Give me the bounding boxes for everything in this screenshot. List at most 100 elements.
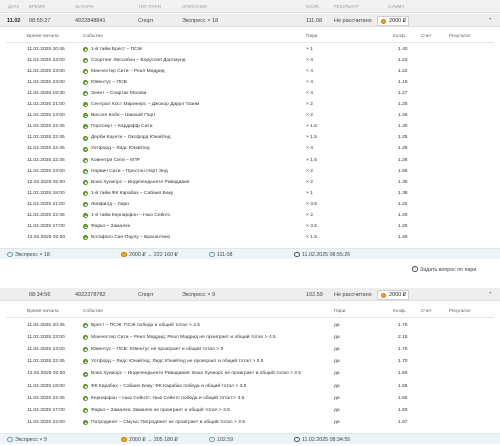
col-coef: КОЭФ. [306,4,321,9]
row-event: Зенит – Спартак Москва [91,90,147,96]
bet-type: Спорт [138,291,154,298]
row-bet: да [334,359,340,365]
row-event: Спортинг Лиссабон – Боруссия Дортмунд [91,57,186,63]
soccer-ball-icon [83,68,88,74]
soccer-ball-icon [83,213,88,219]
row-start-time: 11.02.2025 23:00 [27,346,65,352]
th-score: Счет [421,309,432,314]
row-coef: 1.28 [398,146,408,152]
row-coef: 1.30 [398,124,408,130]
col-result: РЕЗУЛЬТАТ [334,4,359,9]
soccer-ball-icon [83,168,88,174]
row-start-time: 11.02.2025 23:00 [27,79,65,85]
row-bet: × 3.5 [306,224,318,230]
bet-time: 08:34:56 [29,291,51,298]
row-start-time: 11.02.2025 18:00 [27,190,65,196]
col-sum: СУММА [388,4,405,9]
divider [6,317,494,318]
row-event: Патродинет – Смуха: Патродинет не проигр… [91,420,245,426]
soccer-ball-icon [83,57,88,63]
row-event: Бока Хуниорс – Индепендьенте Ривадавия: … [91,371,301,377]
row-coef: 1.28 [398,157,408,163]
row-start-time: 11.02.2025 17:00 [27,224,65,230]
row-bet: × 4 [306,90,313,96]
row-coef: 1.27 [398,90,408,96]
table-row: 11.02.2025 20:45 1-й тайм Брест – ПСЖ × 1 1… [0,45,500,56]
table-row: 11.02.2025 22:00 Патродинет – Смуха: Патр… [0,419,500,431]
row-bet: да [334,371,340,377]
bet-summary-row[interactable]: 08:34:56 4922378782 Спорт Экспресс × 9 1… [0,288,500,301]
row-event: Манчестер Сити – Реал Мадрид: Реал Мадри… [91,334,276,340]
row-bet: да [334,334,340,340]
soccer-ball-icon [83,322,88,328]
soccer-ball-icon [83,113,88,119]
row-bet: × 1.5 [306,157,318,163]
soccer-ball-icon [83,179,88,185]
soccer-ball-icon [83,80,88,86]
row-bet: × 2 [306,213,313,218]
th-result: Результат [449,309,471,314]
soccer-ball-icon [83,408,88,414]
footer-datetime: 11.02.2025 08:34:55 [302,437,351,443]
row-coef: 1.35 [398,179,408,185]
row-event: Ювентус – ПСВ: Ювентус не проиграет и об… [91,346,224,352]
table-row: 11.02.2025 23:00 Манчестер Сити – Реал Ма… [0,67,500,78]
row-bet: × 4 [306,57,313,63]
row-coef: 1.20 [398,224,408,230]
th-coef: Коэф. [393,309,407,314]
footer-amounts: 2000 ₽ → 222 160 ₽ [129,252,178,258]
table-row: 11.02.2025 23:00 Ювентус – ПСВ: Ювентус н… [0,345,500,357]
row-start-time: 11.02.2025 22:45 [27,135,65,141]
col-bet-no: № ПАРИ [75,4,94,9]
row-bet: да [334,395,340,401]
soccer-ball-icon [83,202,88,208]
bet-footer: Экспресс × 18 2000 ₽ → 222 160 ₽ 111.08 … [0,248,500,259]
row-coef: 2.15 [398,334,408,340]
column-header: ДАТА ВРЕМЯ № ПАРИ ТИП ПАРИ ОПИСАНИЕ КОЭФ… [0,0,500,13]
row-start-time: 11.02.2025 23:00 [27,168,65,174]
divider [6,42,494,43]
bet-time: 08:55:27 [29,17,51,24]
row-coef: 1.23 [398,57,408,63]
row-start-time: 11.02.2025 22:45 [27,395,65,401]
row-coef: 1.22 [398,68,408,74]
row-bet: да [334,420,340,426]
col-date: ДАТА [8,4,20,9]
table-row: 11.02.2025 23:00 Ювентус – ПСВ × 4 1.19 [0,78,500,89]
table-row: 11.02.2025 19:30 Зенит – Спартак Москва × … [0,89,500,100]
coef-icon [209,251,215,257]
chevron-up-icon[interactable]: ⌃ [488,18,493,24]
soccer-ball-icon [83,334,88,340]
row-event: Фарко – Замалек [91,224,130,230]
row-start-time: 11.02.2025 22:45 [27,157,65,163]
coef-icon [209,436,215,442]
chevron-up-icon[interactable]: ⌃ [488,292,493,298]
row-event: Бока Хуниорс – Индепендьенте Ривадавия [91,179,190,185]
bet-coef: 102.59 [306,291,323,298]
table-row: 11.02.2025 22:45 Уотфорд – Лидс Юнайтед: … [0,358,500,370]
coin-icon [381,292,386,298]
row-start-time: 11.02.2025 21:00 [27,201,65,207]
bet-summary-row[interactable]: 11.02 08:55:27 4922848841 Спорт Экспресс… [0,14,500,27]
detail-table-header: Время начала Событие Пари Коэф. Счет Рез… [0,309,500,317]
row-event: Ювентус – ПСВ [91,79,127,85]
bet-amount: 2000 ₽ [389,18,407,25]
row-event: Брест – ПСЖ: ПСЖ победа и общий тотал > … [91,322,201,328]
table-row: 11.02.2025 13:00 Виссел Кобе – Шанхай Пор… [0,112,500,123]
info-icon [7,436,13,442]
row-bet: × 1 [306,190,313,196]
soccer-ball-icon [83,395,88,401]
row-coef: 1.19 [398,79,408,85]
table-row: 11.02.2025 22:45 Кернарфон – Нью Сейнтс: … [0,394,500,406]
bet-date: 11.02 [7,17,21,24]
row-start-time: 11.02.2025 21:00 [27,102,65,107]
ask-question-link[interactable]: ? Задать вопрос по пари [412,266,496,274]
soccer-ball-icon [83,359,88,365]
footer-coef: 111.08 [217,252,233,258]
row-event: Уотфорд – Лидс Юнайтед: Лидс Юнайтед не … [91,359,264,365]
row-start-time: 11.02.2025 22:45 [27,146,65,152]
row-start-time: 11.02.2025 23:00 [27,68,65,74]
row-bet: × 2 [306,179,313,185]
table-row: 11.02.2025 18:00 1-й тайм ФК Карабах – Са… [0,189,500,200]
table-row: 11.02.2025 23:00 Спортинг Лиссабон – Бору… [0,56,500,67]
